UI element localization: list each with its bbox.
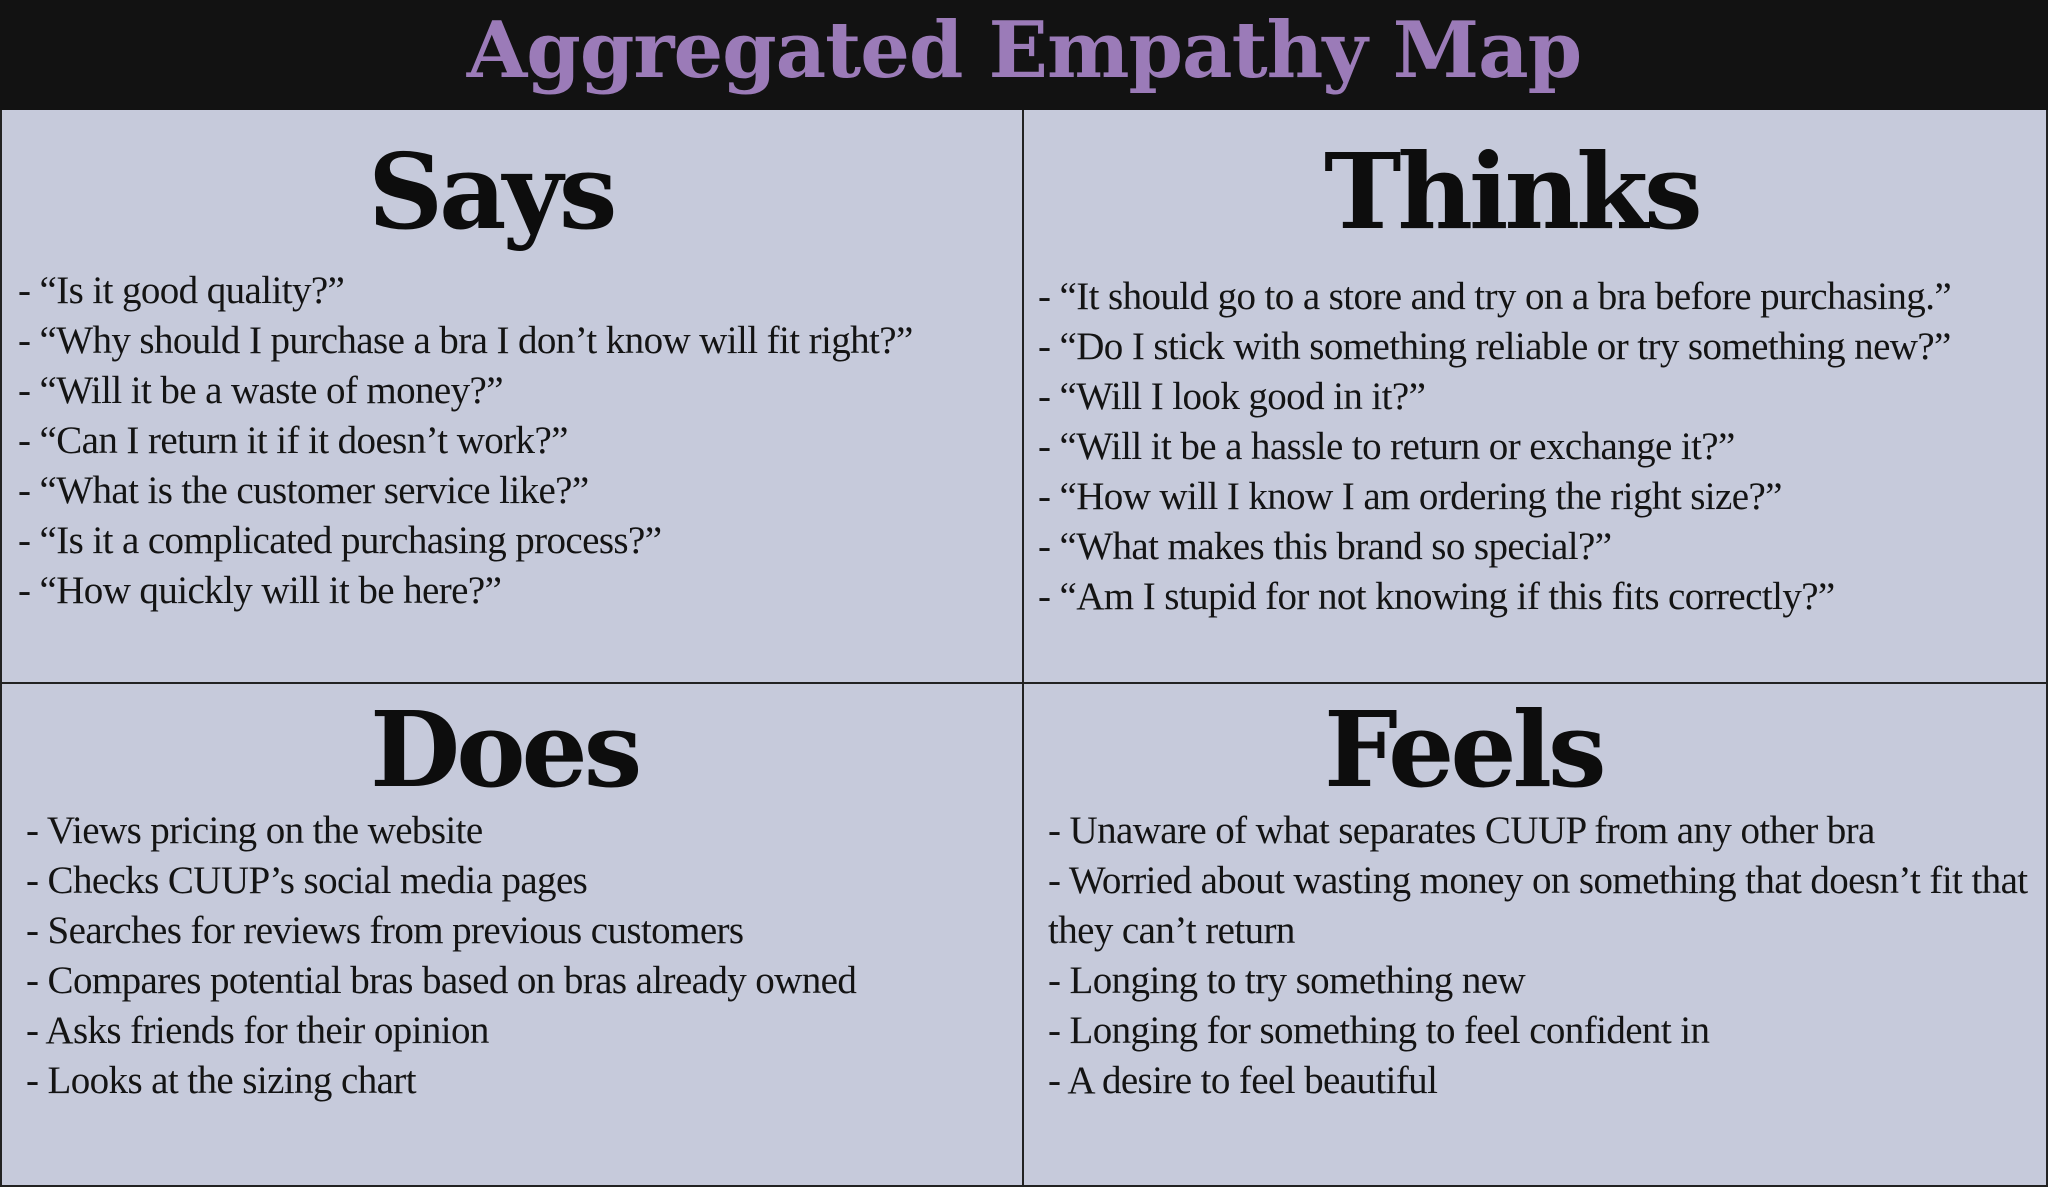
thinks-item: - “Do I stick with something reliable or…	[1038, 325, 1951, 368]
thinks-item: - “Will I look good in it?”	[1038, 375, 1426, 418]
feels-heading: Feels	[1324, 688, 1607, 811]
does-item: - Views pricing on the website	[26, 809, 483, 852]
thinks-quadrant: Thinks - “It should go to a store and tr…	[1024, 110, 2048, 684]
empathy-map-grid: Says - “Is it good quality?” - “Why shou…	[0, 110, 2048, 1187]
thinks-item: - “Will it be a hassle to return or exch…	[1038, 425, 1735, 468]
thinks-item: - “What makes this brand so special?”	[1038, 525, 1612, 568]
feels-item: - Unaware of what separates CUUP from an…	[1048, 809, 1875, 852]
feels-item: - Longing to try something new	[1048, 959, 1526, 1002]
says-item: - “Is it good quality?”	[18, 269, 345, 312]
does-heading: Does	[370, 688, 642, 811]
does-item: - Checks CUUP’s social media pages	[26, 859, 588, 902]
does-list: - Views pricing on the website - Checks …	[26, 806, 857, 1106]
feels-list: - Unaware of what separates CUUP from an…	[1048, 806, 2038, 1106]
feels-item: - A desire to feel beautiful	[1048, 1059, 1438, 1102]
does-quadrant: Does - Views pricing on the website - Ch…	[0, 684, 1024, 1187]
header-bar: Aggregated Empathy Map	[0, 0, 2048, 110]
thinks-item: - “Am I stupid for not knowing if this f…	[1038, 575, 1835, 618]
does-item: - Looks at the sizing chart	[26, 1059, 417, 1102]
thinks-item: - “How will I know I am ordering the rig…	[1038, 475, 1782, 518]
does-item: - Searches for reviews from previous cus…	[26, 909, 744, 952]
thinks-item: - “It should go to a store and try on a …	[1038, 275, 1952, 318]
says-item: - “What is the customer service like?”	[18, 469, 589, 512]
says-list: - “Is it good quality?” - “Why should I …	[18, 266, 913, 616]
says-item: - “How quickly will it be here?”	[18, 569, 502, 612]
thinks-heading: Thinks	[1324, 130, 1703, 253]
feels-item: - Longing for something to feel confiden…	[1048, 1009, 1710, 1052]
says-item: - “Why should I purchase a bra I don’t k…	[18, 319, 913, 362]
feels-quadrant: Feels - Unaware of what separates CUUP f…	[1024, 684, 2048, 1187]
does-item: - Asks friends for their opinion	[26, 1009, 489, 1052]
page-title: Aggregated Empathy Map	[466, 5, 1582, 96]
feels-item: - Worried about wasting money on somethi…	[1048, 859, 2028, 952]
says-quadrant: Says - “Is it good quality?” - “Why shou…	[0, 110, 1024, 684]
says-item: - “Can I return it if it doesn’t work?”	[18, 419, 568, 462]
says-item: - “Will it be a waste of money?”	[18, 369, 504, 412]
does-item: - Compares potential bras based on bras …	[26, 959, 857, 1002]
thinks-list: - “It should go to a store and try on a …	[1038, 272, 1952, 622]
says-heading: Says	[368, 130, 617, 253]
says-item: - “Is it a complicated purchasing proces…	[18, 519, 662, 562]
